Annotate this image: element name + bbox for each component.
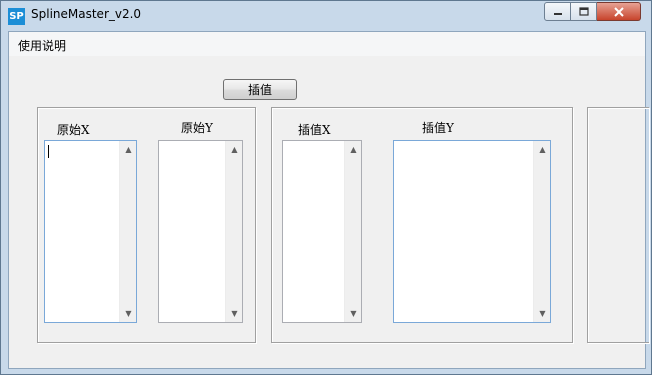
app-icon: SP bbox=[8, 8, 25, 25]
window-title: SplineMaster_v2.0 bbox=[31, 7, 142, 21]
interp-y-label: 插值Y bbox=[422, 121, 454, 135]
main-window: SP SplineMaster_v2.0 使用说明 插值 原始X 原始Y ▲ ▼… bbox=[0, 0, 652, 375]
original-data-group: 原始X 原始Y ▲ ▼ ▲ ▼ bbox=[37, 107, 256, 343]
interp-y-scrollbar[interactable]: ▲ ▼ bbox=[533, 141, 550, 322]
original-x-label: 原始X bbox=[57, 123, 90, 137]
original-y-textarea[interactable]: ▲ ▼ bbox=[158, 140, 243, 323]
scroll-up-icon[interactable]: ▲ bbox=[226, 141, 243, 158]
close-icon bbox=[613, 6, 624, 17]
menu-item-instructions[interactable]: 使用说明 bbox=[18, 37, 66, 54]
minimize-button[interactable] bbox=[544, 2, 571, 21]
interp-x-label: 插值X bbox=[298, 123, 331, 137]
maximize-icon bbox=[578, 6, 589, 16]
interp-x-textarea[interactable]: ▲ ▼ bbox=[282, 140, 362, 323]
plot-group bbox=[587, 107, 649, 343]
interpolated-data-group: 插值X 插值Y ▲ ▼ ▲ ▼ bbox=[271, 107, 573, 343]
scroll-up-icon[interactable]: ▲ bbox=[120, 141, 137, 158]
scroll-down-icon[interactable]: ▼ bbox=[226, 305, 243, 322]
minimize-icon bbox=[553, 12, 562, 15]
scroll-up-icon[interactable]: ▲ bbox=[534, 141, 551, 158]
caption-buttons bbox=[544, 2, 641, 21]
original-y-scrollbar[interactable]: ▲ ▼ bbox=[225, 141, 242, 322]
scroll-down-icon[interactable]: ▼ bbox=[345, 305, 362, 322]
title-bar[interactable]: SP SplineMaster_v2.0 bbox=[1, 1, 651, 31]
original-x-scrollbar[interactable]: ▲ ▼ bbox=[119, 141, 136, 322]
maximize-button[interactable] bbox=[571, 2, 597, 21]
original-x-textarea[interactable]: ▲ ▼ bbox=[44, 140, 137, 323]
client-area: 使用说明 插值 原始X 原始Y ▲ ▼ ▲ ▼ 插值X 插值Y ▲ ▼ ▲ ▼ bbox=[8, 31, 649, 369]
interpolate-button[interactable]: 插值 bbox=[223, 79, 297, 100]
interp-y-textarea[interactable]: ▲ ▼ bbox=[393, 140, 551, 323]
close-button[interactable] bbox=[597, 2, 641, 21]
scroll-down-icon[interactable]: ▼ bbox=[534, 305, 551, 322]
original-y-label: 原始Y bbox=[181, 121, 213, 135]
scroll-up-icon[interactable]: ▲ bbox=[345, 141, 362, 158]
menu-bar: 使用说明 bbox=[9, 32, 645, 56]
scroll-down-icon[interactable]: ▼ bbox=[120, 305, 137, 322]
interp-x-scrollbar[interactable]: ▲ ▼ bbox=[344, 141, 361, 322]
text-caret bbox=[48, 145, 49, 158]
